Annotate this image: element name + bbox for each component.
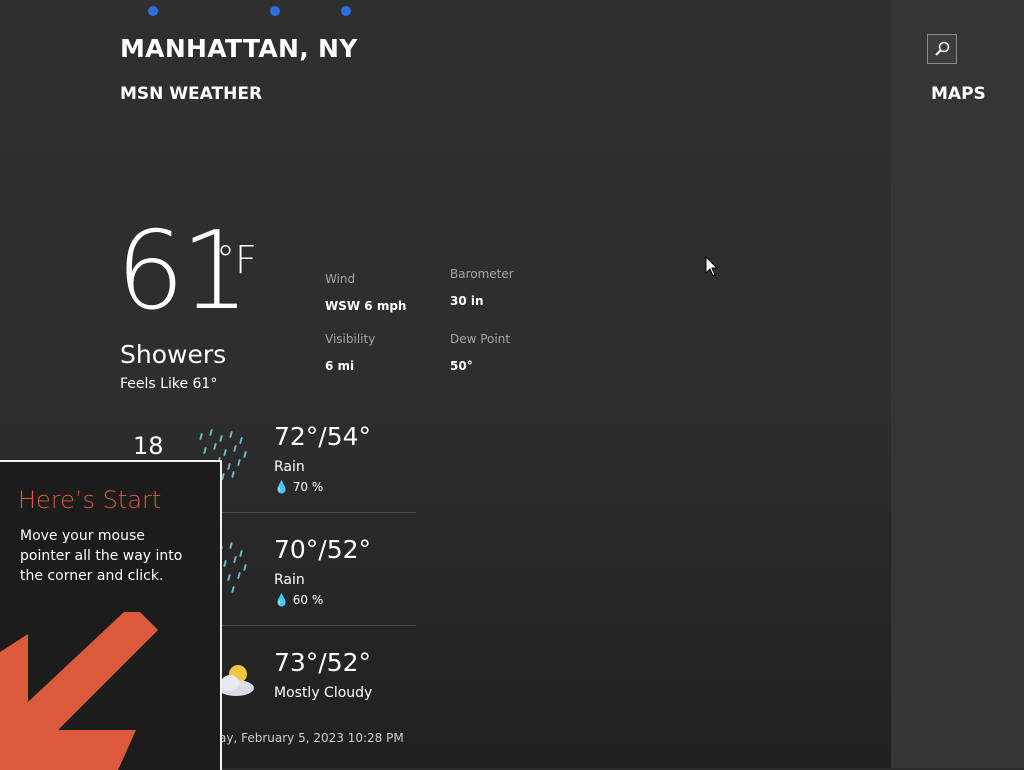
arrow-down-left-icon bbox=[0, 612, 158, 770]
forecast-condition: Rain bbox=[274, 572, 305, 588]
forecast-condition: Rain bbox=[274, 459, 305, 475]
barometer-value: 30 in bbox=[450, 294, 484, 308]
visibility-label: Visibility bbox=[325, 332, 376, 346]
drop-icon: 💧 bbox=[274, 593, 293, 607]
wind-label: Wind bbox=[325, 272, 356, 286]
mouse-cursor-icon bbox=[705, 256, 719, 277]
forecast-precip: 💧 70 % bbox=[274, 480, 323, 494]
precip-value: 70 % bbox=[292, 480, 324, 494]
forecast-divider bbox=[200, 625, 416, 626]
search-button[interactable] bbox=[927, 34, 957, 64]
maps-label[interactable]: MAPS bbox=[931, 84, 986, 104]
forecast-temps[interactable]: 72°/54° bbox=[274, 422, 371, 451]
city-name: MANHATTAN, NY bbox=[120, 34, 358, 63]
temperature-unit[interactable]: °F bbox=[216, 238, 257, 282]
search-icon bbox=[935, 41, 950, 56]
start-tip-body: Move your mouse pointer all the way into… bbox=[20, 528, 183, 584]
dew-point-value: 50° bbox=[450, 359, 473, 373]
forecast-precip: 💧 60 % bbox=[274, 593, 323, 607]
start-tip-title: Here’s Start bbox=[18, 486, 162, 514]
app-name[interactable]: MSN WEATHER bbox=[120, 84, 262, 104]
forecast-temps[interactable]: 70°/52° bbox=[274, 535, 371, 564]
forecast-day-number[interactable]: 18 bbox=[133, 432, 164, 460]
wind-value: WSW 6 mph bbox=[325, 299, 407, 313]
page-indicator-dot[interactable] bbox=[148, 6, 158, 16]
page-indicator-dot[interactable] bbox=[270, 6, 280, 16]
dew-point-label: Dew Point bbox=[450, 332, 511, 346]
page-indicator-dot[interactable] bbox=[341, 6, 351, 16]
current-condition: Showers bbox=[120, 340, 227, 369]
forecast-temps[interactable]: 73°/52° bbox=[274, 648, 371, 677]
drop-icon: 💧 bbox=[274, 480, 293, 494]
start-tip-panel: Here’s Start Move your mouse pointer all… bbox=[0, 460, 222, 770]
forecast-divider bbox=[200, 512, 416, 513]
barometer-label: Barometer bbox=[450, 267, 514, 281]
forecast-condition: Mostly Cloudy bbox=[274, 685, 373, 701]
precip-value: 60 % bbox=[292, 593, 324, 607]
maps-panel[interactable] bbox=[891, 0, 1024, 768]
feels-like: Feels Like 61° bbox=[120, 376, 218, 392]
last-updated: ay, February 5, 2023 10:28 PM bbox=[219, 731, 404, 745]
visibility-value: 6 mi bbox=[325, 359, 355, 373]
